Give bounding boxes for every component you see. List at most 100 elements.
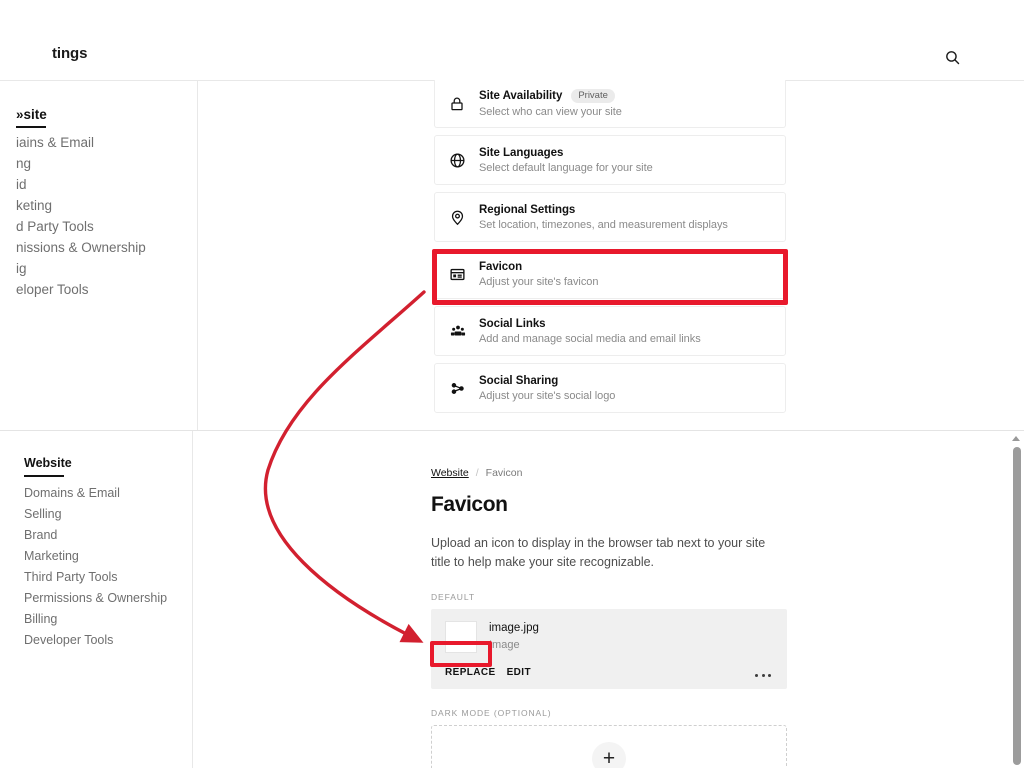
setting-subtitle: Add and manage social media and email li…: [479, 332, 701, 345]
more-options-icon[interactable]: [755, 674, 771, 677]
setting-title: Site Languages: [479, 146, 564, 159]
screenshot-stage: tings »site iains & Email ng id keting d…: [0, 0, 1024, 768]
setting-row-regional-settings[interactable]: Regional Settings Set location, timezone…: [434, 192, 786, 242]
setting-text-block: Site Languages Select default language f…: [479, 147, 653, 174]
setting-title: Favicon: [479, 260, 523, 273]
detail-heading: Favicon: [431, 493, 508, 516]
file-card-actions: REPLACE EDIT: [445, 667, 773, 678]
plus-icon[interactable]: +: [592, 742, 626, 768]
setting-row-site-languages[interactable]: Site Languages Select default language f…: [434, 135, 786, 185]
sidebar-item-label: Brand: [24, 527, 58, 542]
setting-text-block: Favicon Adjust your site's favicon: [479, 261, 598, 288]
sidebar-item-website-top[interactable]: »site: [0, 104, 204, 125]
sidebar-item-developer-tools[interactable]: Developer Tools: [24, 630, 184, 651]
setting-subtitle: Adjust your site's social logo: [479, 389, 616, 402]
lock-glyph: [451, 97, 463, 110]
setting-title-row: Social Sharing: [479, 375, 615, 387]
detail-description: Upload an icon to display in the browser…: [431, 536, 766, 569]
sidebar-item-domains-top[interactable]: iains & Email: [0, 132, 204, 153]
sidebar-item-label: ng: [16, 156, 32, 171]
setting-title-row: Site Languages: [479, 147, 653, 159]
setting-title: Site Availability: [479, 90, 563, 102]
setting-title: Social Sharing: [479, 374, 559, 387]
sidebar-item-selling[interactable]: Selling: [24, 504, 184, 525]
vertical-scrollbar[interactable]: [1009, 432, 1024, 768]
sidebar-item-label: Permissions & Ownership: [24, 590, 168, 605]
breadcrumb-link-website[interactable]: Website: [431, 467, 469, 479]
sidebar-item-label: Marketing: [24, 548, 79, 563]
active-nav-underline: [16, 126, 46, 128]
setting-title-row: Social Links: [479, 318, 701, 330]
setting-row-favicon[interactable]: Favicon Adjust your site's favicon: [434, 249, 786, 299]
setting-subtitle: Select default language for your site: [479, 161, 653, 174]
bottom-favicon-panel: Website Domains & Email Selling Brand Ma…: [0, 431, 1024, 768]
dark-mode-section-label: DARK MODE (OPTIONAL): [431, 708, 552, 718]
location-pin-icon: [449, 209, 479, 226]
sidebar-item-third-party-tools[interactable]: Third Party Tools: [24, 567, 184, 588]
file-card-top: image.jpg Image: [445, 621, 773, 653]
sidebar-item-label: Selling: [24, 506, 62, 521]
breadcrumb: Website / Favicon: [431, 467, 787, 479]
sidebar-item-label: nissions & Ownership: [16, 240, 146, 255]
sidebar-item-label: ig: [16, 261, 27, 276]
globe-icon: [449, 152, 479, 169]
dot: [755, 674, 758, 677]
setting-row-social-sharing[interactable]: Social Sharing Adjust your site's social…: [434, 363, 786, 413]
sidebar-item-brand-top[interactable]: id: [0, 174, 204, 195]
dot: [761, 674, 765, 677]
file-type: Image: [489, 638, 520, 651]
favicon-window-glyph: [450, 268, 465, 280]
sidebar-item-marketing-top[interactable]: keting: [0, 195, 204, 216]
sidebar-item-label: Domains & Email: [24, 485, 120, 500]
sidebar-item-label: id: [16, 177, 27, 192]
setting-subtitle: Select who can view your site: [479, 106, 622, 119]
setting-text-block: Social Links Add and manage social media…: [479, 318, 701, 345]
setting-row-social-links[interactable]: Social Links Add and manage social media…: [434, 306, 786, 356]
setting-title: Social Links: [479, 317, 546, 330]
sidebar-item-permissions-top[interactable]: nissions & Ownership: [0, 237, 204, 258]
lock-icon: [449, 96, 479, 112]
bottom-vertical-divider: [192, 431, 193, 768]
scroll-up-arrow-icon[interactable]: [1012, 436, 1020, 441]
status-badge: Private: [571, 88, 615, 104]
sidebar-item-developer-tools-top[interactable]: eloper Tools: [0, 279, 204, 300]
settings-card-list: Site Availability Private Select who can…: [434, 80, 786, 420]
share-nodes-glyph: [451, 382, 464, 394]
search-icon[interactable]: [938, 43, 966, 71]
setting-title: Regional Settings: [479, 203, 576, 216]
sidebar-item-marketing[interactable]: Marketing: [24, 546, 184, 567]
file-thumbnail: [445, 621, 477, 653]
sidebar-item-domains-email[interactable]: Domains & Email: [24, 483, 184, 504]
sidebar-item-label: »site: [16, 107, 47, 122]
setting-title-row: Regional Settings: [479, 204, 728, 216]
favicon-window-icon: [449, 266, 479, 283]
breadcrumb-separator: /: [475, 467, 479, 479]
sidebar-item-label: Billing: [24, 611, 58, 626]
edit-button[interactable]: EDIT: [507, 667, 531, 678]
sidebar-item-selling-top[interactable]: ng: [0, 153, 204, 174]
top-settings-panel: tings »site iains & Email ng id keting d…: [0, 0, 1024, 430]
sidebar-item-billing[interactable]: Billing: [24, 609, 184, 630]
bottom-sidebar-nav: Website Domains & Email Selling Brand Ma…: [24, 453, 184, 651]
file-name: image.jpg: [489, 622, 539, 634]
sidebar-item-label: Third Party Tools: [24, 569, 118, 584]
active-nav-underline: [24, 475, 64, 477]
pin-glyph: [451, 210, 464, 225]
sidebar-item-website[interactable]: Website: [24, 453, 184, 474]
setting-subtitle: Set location, timezones, and measurement…: [479, 218, 728, 231]
sidebar-item-label: Developer Tools: [24, 632, 114, 647]
scrollbar-thumb[interactable]: [1012, 447, 1021, 765]
sidebar-item-third-party-tools-top[interactable]: d Party Tools: [0, 216, 204, 237]
dark-mode-favicon-dropzone[interactable]: + Add a favicon: [431, 725, 787, 768]
setting-title-row: Favicon: [479, 261, 598, 273]
social-links-people-icon: [449, 322, 479, 340]
setting-title-row: Site Availability Private: [479, 88, 622, 104]
sidebar-item-brand[interactable]: Brand: [24, 525, 184, 546]
replace-button[interactable]: REPLACE: [445, 667, 496, 678]
sidebar-item-permissions-ownership[interactable]: Permissions & Ownership: [24, 588, 184, 609]
file-metadata: image.jpg Image: [489, 621, 539, 651]
sidebar-item-label: eloper Tools: [16, 282, 89, 297]
setting-row-site-availability[interactable]: Site Availability Private Select who can…: [434, 80, 786, 128]
search-glyph: [945, 50, 959, 64]
sidebar-item-billing-top[interactable]: ig: [0, 258, 204, 279]
